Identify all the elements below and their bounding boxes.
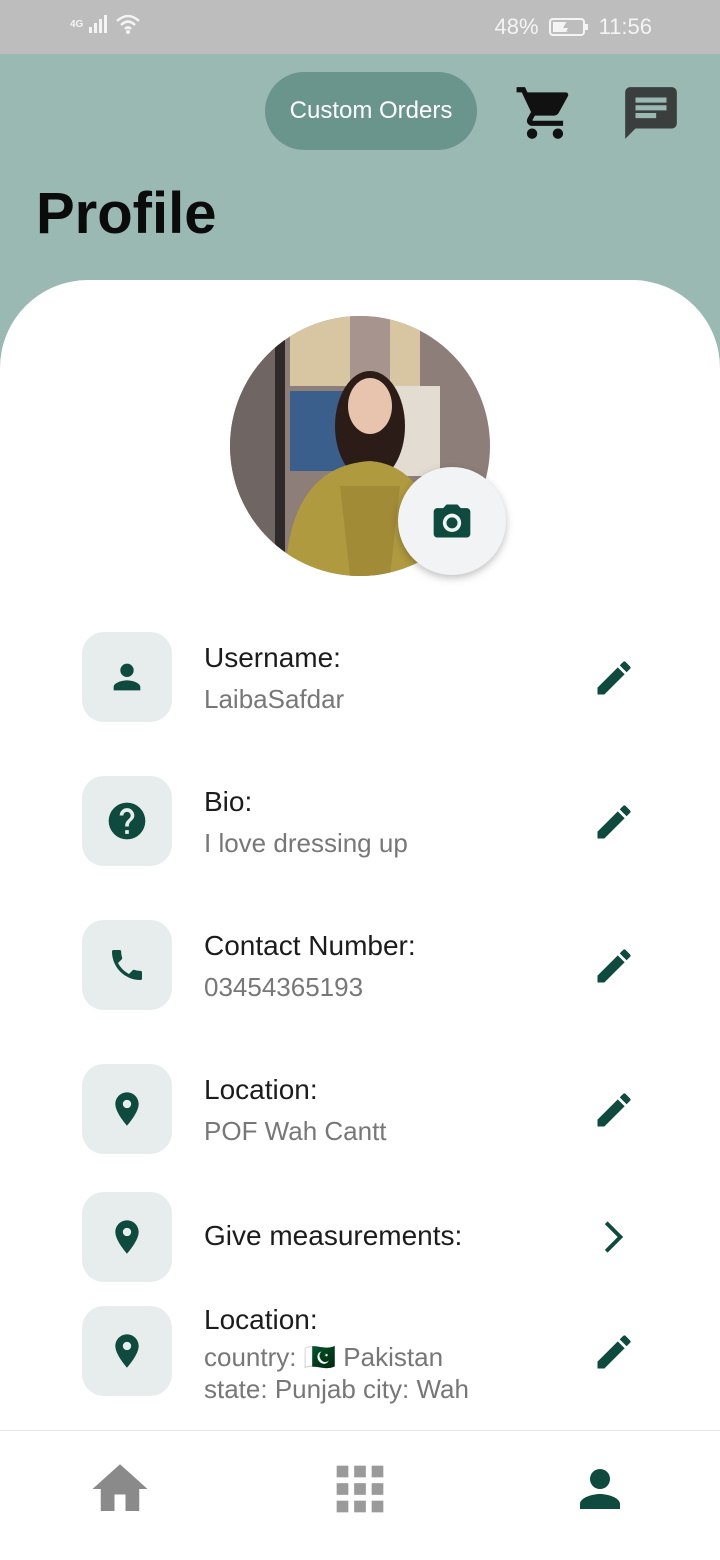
home-icon xyxy=(92,1464,148,1511)
nav-profile[interactable] xyxy=(560,1449,640,1529)
bio-value: I love dressing up xyxy=(204,828,408,858)
measurements-row[interactable]: Give measurements: xyxy=(82,1192,642,1282)
location-icon xyxy=(115,1092,139,1126)
person-icon xyxy=(580,1469,620,1509)
edit-icon xyxy=(597,1093,631,1127)
bio-icon-tile xyxy=(82,776,172,866)
contact-row: Contact Number: 03454365193 xyxy=(82,920,642,1010)
status-right: 48% 11:56 xyxy=(495,14,652,40)
contact-label: Contact Number: xyxy=(204,930,416,961)
edit-contact-button[interactable] xyxy=(592,944,636,988)
profile-card: Username: LaibaSafdar Bio: I love dressi… xyxy=(0,280,720,1430)
location-row: Location: POF Wah Cantt xyxy=(82,1064,642,1154)
nav-catalog[interactable] xyxy=(320,1449,400,1529)
battery-icon xyxy=(548,18,588,36)
page-title: Profile xyxy=(36,181,217,246)
location-icon-tile xyxy=(82,1064,172,1154)
edit-icon xyxy=(597,805,631,839)
location-icon xyxy=(115,1334,139,1368)
edit-username-button[interactable] xyxy=(592,656,636,700)
username-icon-tile xyxy=(82,632,172,722)
edit-bio-button[interactable] xyxy=(592,800,636,844)
chevron-right-icon xyxy=(604,1221,624,1253)
edit-location-detail-button[interactable] xyxy=(592,1330,636,1374)
contact-value: 03454365193 xyxy=(204,972,364,1002)
nav-home[interactable] xyxy=(80,1449,160,1529)
location-detail-label: Location: xyxy=(204,1304,318,1335)
battery-percent: 48% xyxy=(494,14,539,39)
location-icon xyxy=(115,1220,139,1254)
camera-icon xyxy=(433,504,471,538)
username-value: LaibaSafdar xyxy=(204,684,345,714)
location-detail-row: Location: country: 🇵🇰 Pakistan state: Pu… xyxy=(82,1304,642,1404)
bottom-nav xyxy=(0,1430,720,1560)
person-icon xyxy=(113,663,141,691)
edit-location-button[interactable] xyxy=(592,1088,636,1132)
status-left: 4G xyxy=(70,14,141,34)
username-label: Username: xyxy=(204,642,341,673)
clock: 11:56 xyxy=(598,14,652,39)
status-bar: 4G 48% 11:56 xyxy=(0,0,720,54)
location-value: POF Wah Cantt xyxy=(204,1116,387,1146)
bio-row: Bio: I love dressing up xyxy=(82,776,642,866)
help-icon xyxy=(108,802,146,840)
phone-icon xyxy=(112,950,142,980)
location-detail-icon-tile xyxy=(82,1306,172,1396)
measurements-icon-tile xyxy=(82,1192,172,1282)
open-measurements-button[interactable] xyxy=(592,1215,636,1259)
edit-icon xyxy=(597,949,631,983)
chat-icon[interactable] xyxy=(620,82,682,144)
edit-icon xyxy=(597,1335,631,1369)
location-label: Location: xyxy=(204,1074,318,1105)
measurements-label: Give measurements: xyxy=(204,1220,463,1251)
header: Custom Orders Profile xyxy=(0,54,720,294)
cart-icon[interactable] xyxy=(514,82,576,144)
network-type: 4G xyxy=(70,18,84,30)
grid-icon xyxy=(336,1465,384,1513)
username-row: Username: LaibaSafdar xyxy=(82,632,642,722)
custom-orders-button[interactable]: Custom Orders xyxy=(265,72,477,150)
location-state-city: state: Punjab city: Wah xyxy=(204,1374,469,1404)
location-country-state: country: 🇵🇰 Pakistan xyxy=(204,1342,444,1372)
bio-label: Bio: xyxy=(204,786,253,817)
edit-icon xyxy=(597,661,631,695)
signal-icon xyxy=(89,15,108,33)
change-photo-button[interactable] xyxy=(398,467,506,575)
wifi-icon xyxy=(116,14,141,34)
contact-icon-tile xyxy=(82,920,172,1010)
